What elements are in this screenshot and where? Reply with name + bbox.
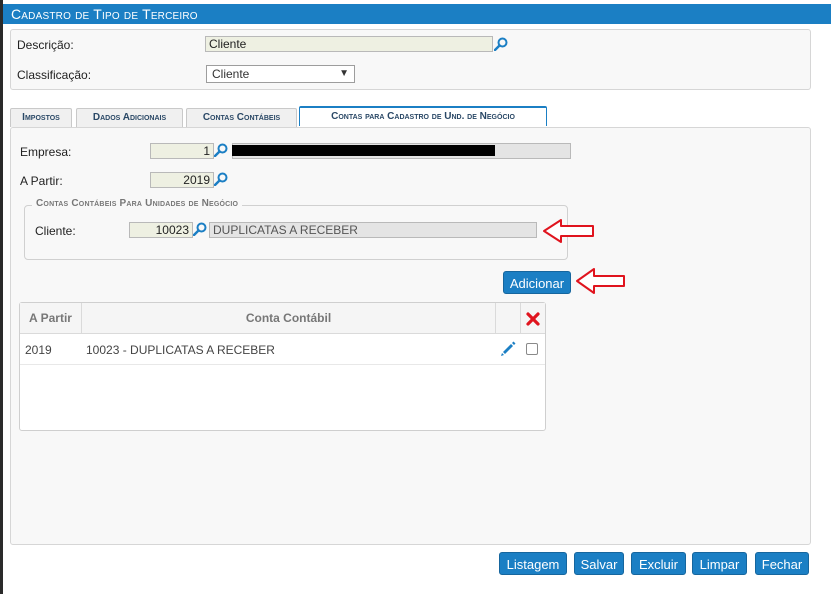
tab-dados-adicionais[interactable]: Dados Adicionais [76,108,183,127]
cliente-desc-field: DUPLICATAS A RECEBER [209,222,537,238]
classificacao-label: Classificação: [17,68,92,82]
limpar-button[interactable]: Limpar [692,552,747,575]
tab-contas-contabeis[interactable]: Contas Contábeis [186,108,297,127]
redacted-empresa-name [232,145,495,156]
descricao-label: Descrição: [17,38,74,52]
window-title: Cadastro de Tipo de Terceiro [3,4,831,24]
classificacao-select[interactable]: Cliente ▼ [206,65,355,83]
column-header-delete [521,303,545,334]
row-apartir-cell: 2019 [25,343,52,357]
descricao-search-icon[interactable] [494,37,508,51]
contas-unidades-legend: Contas Contábeis Para Unidades de Negóci… [32,198,243,209]
descricao-input[interactable]: Cliente [205,36,493,52]
column-header-apartir-text: A Partir [29,311,72,325]
contas-table: A Partir Conta Contábil 2019 10023 - DUP… [19,302,546,431]
tab-contas-cadastro-und-negocio[interactable]: Contas para Cadastro de Und. de Negócio [299,106,547,126]
red-arrow-icon [543,219,594,243]
pencil-icon[interactable] [500,341,516,357]
fechar-button[interactable]: Fechar [755,552,809,575]
cliente-label: Cliente: [35,224,76,238]
cliente-code-input[interactable]: 10023 [129,222,193,238]
salvar-button[interactable]: Salvar [574,552,624,575]
excluir-button[interactable]: Excluir [631,552,686,575]
empresa-code-input[interactable]: 1 [150,143,214,159]
apartir-search-icon[interactable] [214,172,228,186]
row-conta-cell: 10023 - DUPLICATAS A RECEBER [86,343,275,357]
empresa-search-icon[interactable] [214,143,228,157]
column-header-apartir: A Partir [20,303,82,334]
column-header-edit [496,303,521,334]
delete-all-icon[interactable] [526,312,540,326]
empresa-label: Empresa: [20,145,72,159]
tab-impostos[interactable]: Impostos [10,108,72,127]
dropdown-arrow-icon: ▼ [339,68,349,79]
cliente-search-icon[interactable] [193,222,207,236]
red-arrow-icon [576,268,625,294]
column-header-conta-text: Conta Contábil [245,311,332,325]
apartir-label: A Partir: [20,174,63,188]
listagem-button[interactable]: Listagem [499,552,567,575]
adicionar-button[interactable]: Adicionar [503,271,571,294]
window-left-edge [0,0,3,594]
apartir-input[interactable]: 2019 [150,172,214,188]
row-divider [20,364,545,365]
row-select-checkbox[interactable] [526,343,538,355]
column-header-conta: Conta Contábil [82,303,496,334]
classificacao-selected-value: Cliente [212,67,250,81]
